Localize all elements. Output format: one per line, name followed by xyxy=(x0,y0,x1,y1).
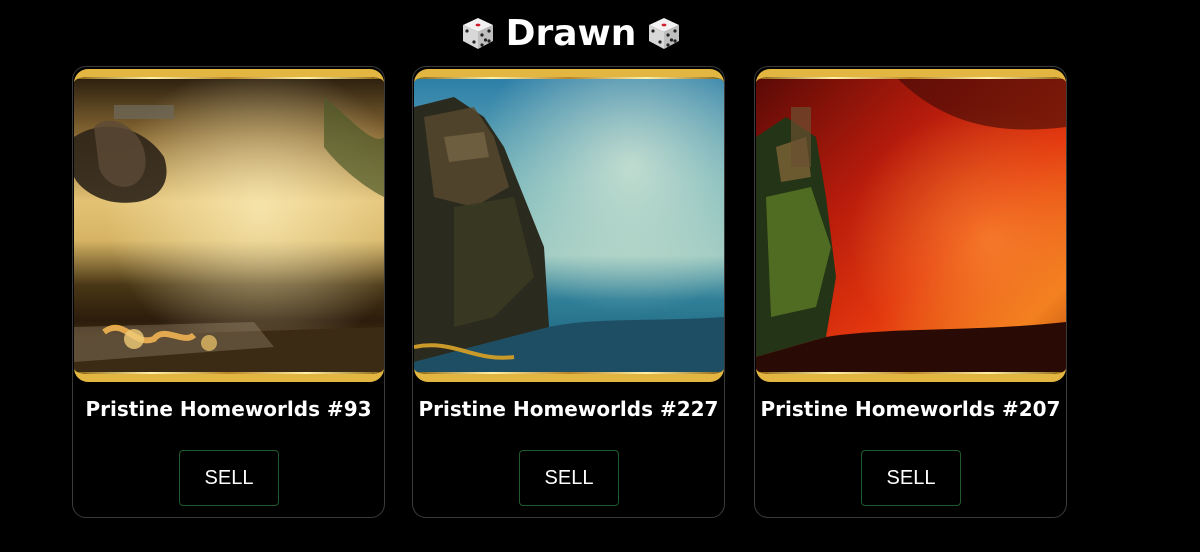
sell-button[interactable]: SELL xyxy=(519,450,619,506)
nft-title: Pristine Homeworlds #207 xyxy=(760,397,1061,421)
dice-icon xyxy=(649,18,680,49)
artwork-image xyxy=(756,77,1066,374)
nft-artwork-teal-sea-castle[interactable] xyxy=(414,69,724,382)
sell-button[interactable]: SELL xyxy=(179,450,279,506)
drawn-page: Drawn Pristine Homeworlds #93 SELL Prist… xyxy=(0,0,1200,552)
nft-card: Pristine Homeworlds #93 SELL xyxy=(72,66,385,518)
nft-artwork-golden-fog[interactable] xyxy=(74,69,384,382)
nft-card: Pristine Homeworlds #227 SELL xyxy=(412,66,725,518)
page-title: Drawn xyxy=(505,12,637,54)
dice-icon xyxy=(462,18,493,49)
nft-card: Pristine Homeworlds #207 SELL xyxy=(754,66,1067,518)
artwork-image xyxy=(74,77,384,374)
page-heading: Drawn xyxy=(0,10,1142,56)
artwork-image xyxy=(414,77,724,374)
sell-button[interactable]: SELL xyxy=(861,450,961,506)
nft-artwork-red-fire-island[interactable] xyxy=(756,69,1066,382)
nft-title: Pristine Homeworlds #227 xyxy=(418,397,719,421)
nft-title: Pristine Homeworlds #93 xyxy=(85,397,372,421)
